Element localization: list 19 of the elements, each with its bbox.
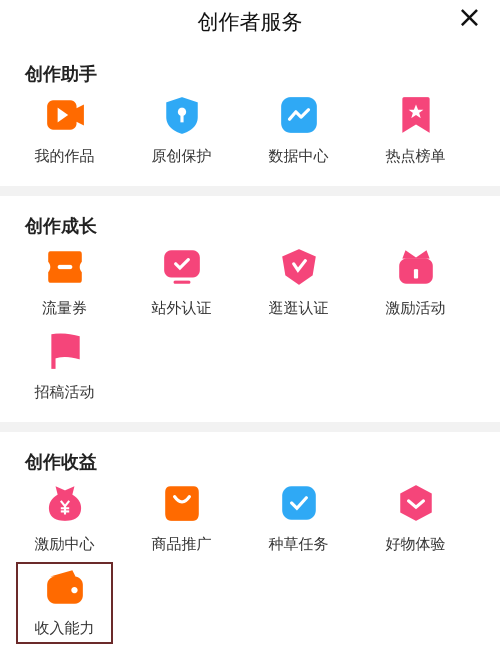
highlighted-service-item[interactable]: 收入能力 (16, 562, 113, 644)
service-item[interactable]: 激励活动 (367, 242, 464, 324)
service-item[interactable]: 流量券 (16, 242, 113, 324)
section-title: 创作助手 (24, 63, 98, 87)
service-item[interactable]: 我的作品 (16, 90, 113, 172)
section-title: 创作成长 (24, 215, 98, 239)
service-item[interactable]: 种草任务 (250, 478, 347, 560)
service-item[interactable]: 商品推广 (133, 478, 230, 560)
service-item[interactable]: 逛逛认证 (250, 242, 347, 324)
service-item[interactable]: 招稿活动 (16, 326, 113, 408)
service-item[interactable]: 好物体验 (367, 478, 464, 560)
page-title: 创作者服务 (198, 9, 302, 36)
service-item[interactable]: 热点榜单 (367, 90, 464, 172)
service-item[interactable]: 数据中心 (250, 90, 347, 172)
close-button[interactable]: × (452, 0, 486, 36)
service-item[interactable]: 站外认证 (133, 242, 230, 324)
section-title: 创作收益 (24, 451, 98, 475)
service-item[interactable]: 激励中心 (16, 478, 113, 560)
service-item[interactable]: 原创保护 (133, 90, 230, 172)
